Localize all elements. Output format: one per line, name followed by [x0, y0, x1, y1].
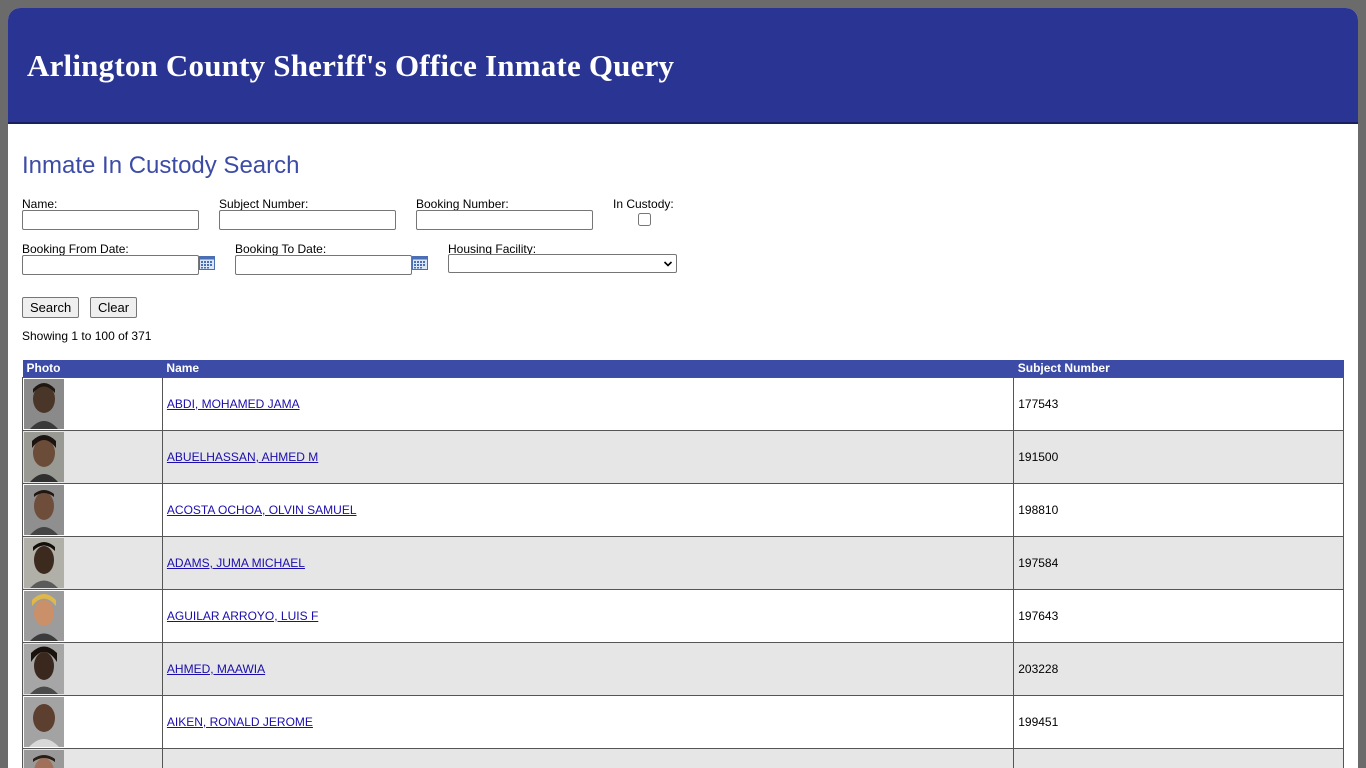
- table-row: AHMED, MAAWIA 203228: [22, 642, 1344, 696]
- subject-number-cell: [1013, 748, 1344, 768]
- booking-from-date-label: Booking From Date:: [22, 242, 129, 256]
- table-row: ACOSTA OCHOA, OLVIN SAMUEL 198810: [22, 483, 1344, 537]
- results-table: Photo Name Subject Number ABDI, MOHAMED …: [22, 360, 1344, 768]
- subject-number-cell: 199451: [1013, 695, 1344, 749]
- inmate-name-link[interactable]: AIKEN, RONALD JEROME: [167, 715, 313, 729]
- page: Arlington County Sheriff's Office Inmate…: [8, 8, 1358, 768]
- calendar-icon[interactable]: [412, 256, 428, 270]
- chevron-down-icon: [663, 261, 673, 267]
- mugshot-photo[interactable]: [24, 644, 64, 694]
- table-row: ABUELHASSAN, AHMED M 191500: [22, 430, 1344, 484]
- mugshot-photo[interactable]: [24, 697, 64, 747]
- table-header-row: Photo Name Subject Number: [22, 360, 1344, 378]
- photo-cell: [22, 695, 163, 749]
- table-row: [22, 748, 1344, 768]
- column-header-name: Name: [162, 360, 1014, 378]
- inmate-name-link[interactable]: ABUELHASSAN, AHMED M: [167, 450, 318, 464]
- results-count: Showing 1 to 100 of 371: [22, 329, 152, 343]
- photo-cell: [22, 430, 163, 484]
- photo-cell: [22, 589, 163, 643]
- booking-to-date-input[interactable]: [235, 255, 412, 275]
- booking-to-date-label: Booking To Date:: [235, 242, 327, 256]
- subject-number-cell: 197643: [1013, 589, 1344, 643]
- name-cell: AGUILAR ARROYO, LUIS F: [161, 589, 1015, 643]
- booking-number-input[interactable]: [416, 210, 593, 230]
- name-cell: AIKEN, RONALD JEROME: [161, 695, 1015, 749]
- table-row: AIKEN, RONALD JEROME 199451: [22, 695, 1344, 749]
- name-cell: [161, 748, 1015, 768]
- calendar-icon[interactable]: [199, 256, 215, 270]
- table-row: ADAMS, JUMA MICHAEL 197584: [22, 536, 1344, 590]
- name-cell: AHMED, MAAWIA: [161, 642, 1015, 696]
- subject-number-input[interactable]: [219, 210, 396, 230]
- subject-number-label: Subject Number:: [219, 197, 309, 211]
- name-cell: ADAMS, JUMA MICHAEL: [161, 536, 1015, 590]
- inmate-name-link[interactable]: AGUILAR ARROYO, LUIS F: [167, 609, 318, 623]
- inmate-name-link[interactable]: ACOSTA OCHOA, OLVIN SAMUEL: [167, 503, 357, 517]
- in-custody-checkbox[interactable]: [638, 213, 651, 226]
- name-cell: ABUELHASSAN, AHMED M: [161, 430, 1015, 484]
- photo-cell: [22, 748, 163, 768]
- inmate-name-link[interactable]: ADAMS, JUMA MICHAEL: [167, 556, 305, 570]
- subject-number-cell: 198810: [1013, 483, 1344, 537]
- name-label: Name:: [22, 197, 58, 211]
- inmate-name-link[interactable]: ABDI, MOHAMED JAMA: [167, 397, 300, 411]
- name-cell: ACOSTA OCHOA, OLVIN SAMUEL: [161, 483, 1015, 537]
- photo-cell: [22, 642, 163, 696]
- site-title: Arlington County Sheriff's Office Inmate…: [27, 48, 675, 83]
- in-custody-label: In Custody:: [613, 197, 674, 211]
- site-banner: Arlington County Sheriff's Office Inmate…: [8, 8, 1358, 124]
- inmate-name-link[interactable]: AHMED, MAAWIA: [167, 662, 265, 676]
- mugshot-photo[interactable]: [24, 485, 64, 535]
- photo-cell: [22, 483, 163, 537]
- mugshot-photo[interactable]: [24, 591, 64, 641]
- housing-facility-select[interactable]: [448, 254, 677, 273]
- booking-from-date-input[interactable]: [22, 255, 199, 275]
- subject-number-cell: 191500: [1013, 430, 1344, 484]
- table-row: AGUILAR ARROYO, LUIS F 197643: [22, 589, 1344, 643]
- table-row: ABDI, MOHAMED JAMA 177543: [22, 377, 1344, 431]
- mugshot-photo[interactable]: [24, 750, 64, 768]
- subject-number-cell: 177543: [1013, 377, 1344, 431]
- photo-cell: [22, 377, 163, 431]
- mugshot-photo[interactable]: [24, 538, 64, 588]
- photo-cell: [22, 536, 163, 590]
- subject-number-cell: 203228: [1013, 642, 1344, 696]
- search-heading: Inmate In Custody Search: [22, 152, 300, 179]
- subject-number-cell: 197584: [1013, 536, 1344, 590]
- column-header-photo: Photo: [22, 360, 163, 378]
- name-input[interactable]: [22, 210, 199, 230]
- clear-button[interactable]: Clear: [90, 297, 138, 318]
- mugshot-photo[interactable]: [24, 432, 64, 482]
- column-header-subject-number: Subject Number: [1013, 360, 1344, 378]
- name-cell: ABDI, MOHAMED JAMA: [161, 377, 1015, 431]
- search-button[interactable]: Search: [22, 297, 80, 318]
- mugshot-photo[interactable]: [24, 379, 64, 429]
- booking-number-label: Booking Number:: [416, 197, 509, 211]
